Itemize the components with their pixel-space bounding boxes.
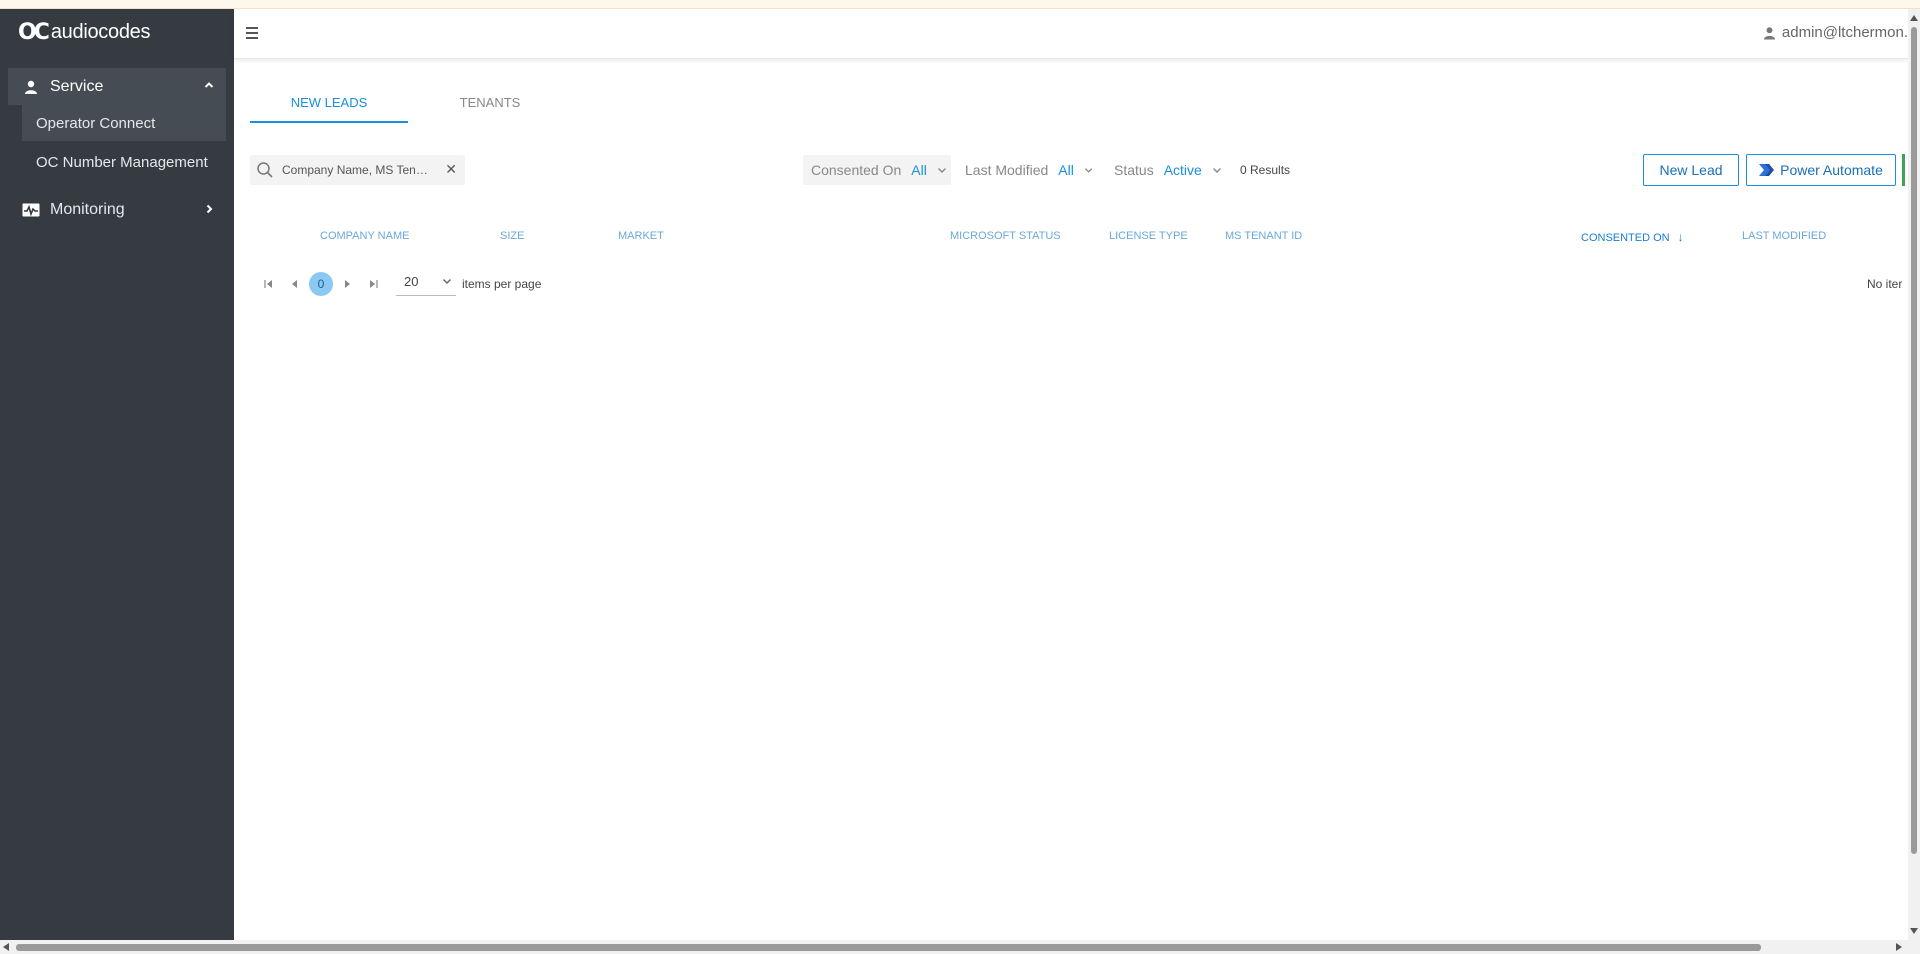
chevron-down-icon — [1212, 168, 1221, 173]
chevron-right-icon — [206, 204, 213, 214]
items-per-page-select[interactable]: 20 — [396, 272, 456, 296]
search-icon — [257, 162, 273, 178]
column-label: CONSENTED ON — [1581, 232, 1670, 244]
filter-label: Last Modified — [965, 162, 1049, 178]
tab-tenants[interactable]: TENANTS — [430, 91, 550, 123]
column-last-modified[interactable]: LAST MODIFIED — [1742, 230, 1826, 242]
filter-consented-on[interactable]: Consented On All — [803, 155, 951, 185]
filter-value: All — [1058, 162, 1074, 178]
chevron-down-icon — [937, 168, 946, 173]
scroll-up-icon[interactable] — [1910, 15, 1918, 21]
top-header: admin@ltchermon. — [234, 9, 1908, 59]
chevron-down-icon — [443, 279, 451, 284]
button-label: Power Automate — [1780, 162, 1883, 178]
previous-page-icon[interactable] — [288, 277, 302, 291]
filter-last-modified[interactable]: Last Modified All — [957, 155, 1093, 185]
column-microsoft-status[interactable]: MICROSOFT STATUS — [950, 230, 1061, 242]
first-page-icon[interactable] — [262, 277, 276, 291]
next-page-icon[interactable] — [340, 277, 354, 291]
filter-value: All — [911, 162, 927, 178]
partial-button-edge[interactable] — [1902, 154, 1905, 186]
sidebar-item-label: Service — [50, 77, 104, 95]
sort-down-icon: ↓ — [1677, 230, 1684, 244]
filter-status[interactable]: Status Active — [1106, 155, 1226, 185]
sidebar-item-monitoring[interactable]: Monitoring — [8, 192, 226, 228]
menu-toggle-icon[interactable] — [246, 27, 260, 41]
clear-search-icon[interactable]: ✕ — [445, 161, 457, 178]
scroll-left-icon[interactable] — [3, 943, 9, 951]
no-items-text: No iter — [1867, 277, 1903, 291]
per-page-value: 20 — [404, 274, 419, 289]
column-ms-tenant-id[interactable]: MS TENANT ID — [1225, 230, 1302, 242]
sidebar-item-label: OC Number Management — [36, 153, 208, 171]
scroll-down-icon[interactable] — [1910, 928, 1918, 934]
new-lead-button[interactable]: New Lead — [1643, 154, 1739, 186]
logo-mark: OC — [18, 19, 50, 45]
column-consented-on[interactable]: CONSENTED ON ↓ — [1581, 230, 1684, 244]
sidebar-item-oc-number-management[interactable]: OC Number Management — [22, 144, 226, 180]
results-count: 0 Results — [1240, 163, 1291, 177]
last-page-icon[interactable] — [366, 277, 380, 291]
filter-value: Active — [1163, 162, 1202, 178]
top-notification-strip — [0, 0, 1920, 9]
column-license-type[interactable]: LICENSE TYPE — [1109, 230, 1188, 242]
user-menu[interactable]: admin@ltchermon. — [1763, 24, 1908, 41]
chevron-down-icon — [1084, 168, 1093, 173]
logo[interactable]: OC audiocodes — [18, 17, 150, 47]
horizontal-scrollbar[interactable] — [0, 940, 1920, 954]
chevron-up-icon — [204, 82, 214, 88]
power-automate-icon — [1759, 164, 1775, 176]
filter-label: Consented On — [811, 162, 902, 178]
tab-new-leads[interactable]: NEW LEADS — [250, 91, 408, 123]
current-page[interactable]: 0 — [309, 272, 333, 296]
column-company-name[interactable]: COMPANY NAME — [320, 230, 409, 242]
logo-text: audiocodes — [50, 20, 151, 43]
user-name: admin@ltchermon. — [1781, 24, 1908, 41]
user-icon — [1763, 26, 1775, 39]
filter-label: Status — [1114, 162, 1154, 178]
scroll-right-icon[interactable] — [1896, 943, 1902, 951]
user-icon — [25, 80, 37, 94]
sidebar-item-operator-connect[interactable]: Operator Connect — [22, 105, 226, 141]
vertical-scrollbar[interactable] — [1908, 9, 1920, 940]
column-market[interactable]: MARKET — [618, 230, 664, 242]
scrollbar-thumb[interactable] — [16, 944, 1761, 951]
power-automate-button[interactable]: Power Automate — [1746, 154, 1896, 186]
column-size[interactable]: SIZE — [500, 230, 524, 242]
sidebar-item-service[interactable]: Service — [8, 68, 226, 105]
sidebar: OC audiocodes Service Operator Connect O… — [0, 9, 234, 940]
items-per-page-label: items per page — [462, 277, 542, 291]
search-box[interactable]: Company Name, MS Tena... ✕ — [250, 155, 465, 185]
scrollbar-thumb[interactable] — [1911, 27, 1917, 854]
sidebar-item-label: Monitoring — [50, 201, 125, 218]
sidebar-item-label: Operator Connect — [36, 114, 156, 132]
monitoring-icon — [22, 203, 40, 217]
search-input[interactable]: Company Name, MS Tena... — [282, 163, 432, 177]
